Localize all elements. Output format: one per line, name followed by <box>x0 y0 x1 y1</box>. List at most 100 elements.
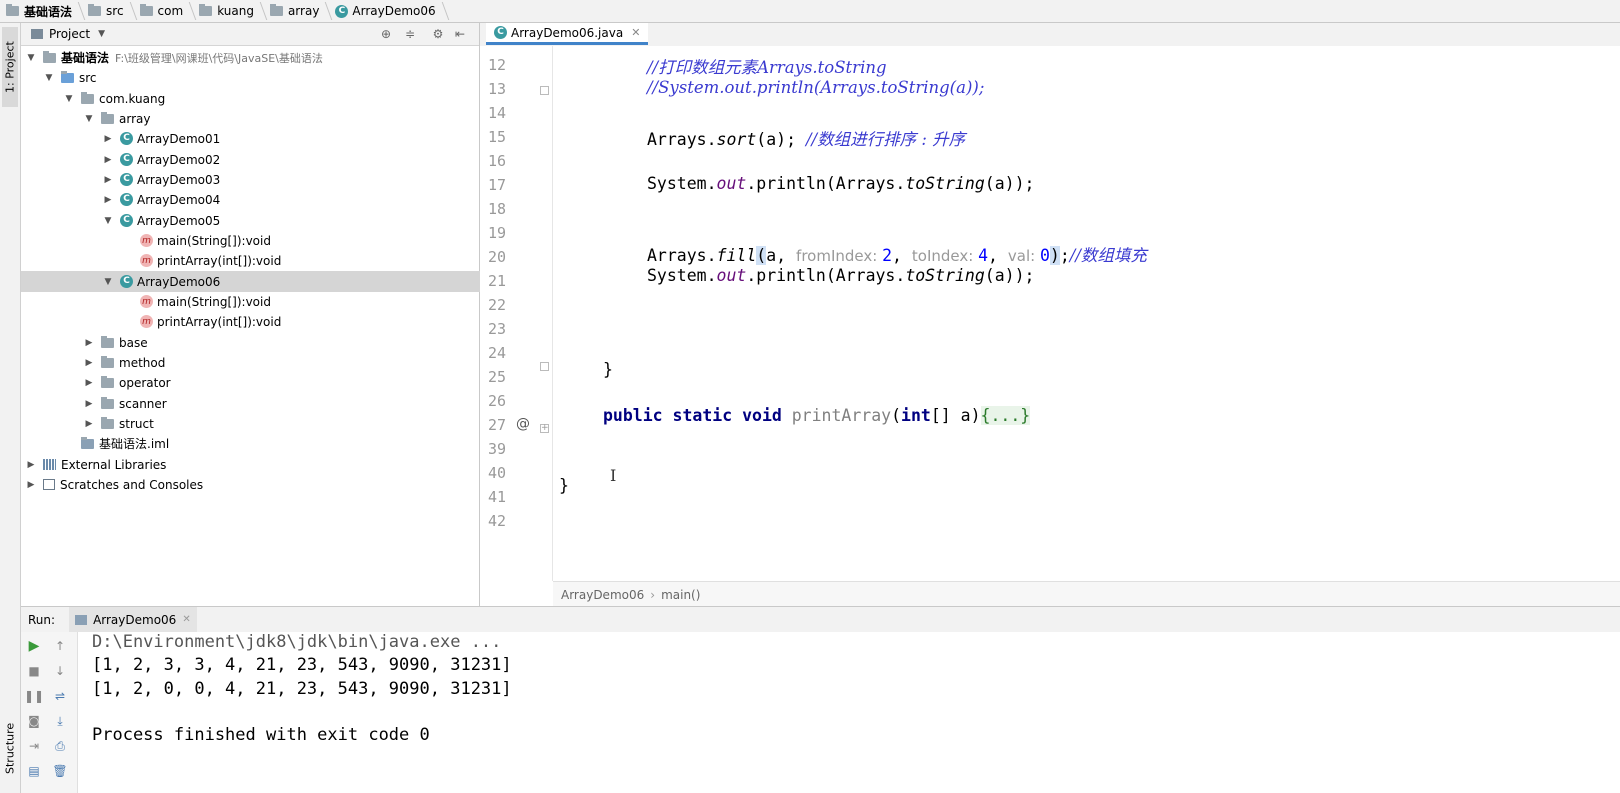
line-number: 22 <box>487 296 506 314</box>
soft-wrap-icon[interactable]: ⇌ <box>52 688 68 704</box>
breadcrumb-com[interactable]: com <box>134 0 194 22</box>
close-icon[interactable]: ✕ <box>631 26 640 39</box>
class-icon: C <box>120 214 133 227</box>
tree-root[interactable]: ▼ 基础语法 F:\班级管理\网课班\代码\JavaSE\基础语法 <box>21 47 483 68</box>
class-icon: C <box>120 193 133 206</box>
breadcrumb-src[interactable]: src <box>82 0 134 22</box>
trash-icon[interactable]: 🗑 <box>52 763 68 779</box>
dropdown-arrow-icon[interactable]: ▼ <box>98 29 105 39</box>
folder-icon <box>269 4 283 16</box>
run-tab[interactable]: ArrayDemo06 ✕ <box>69 607 197 632</box>
console-output[interactable]: D:\Environment\jdk8\jdk\bin\java.exe ...… <box>78 632 1620 793</box>
expand-marker-icon[interactable]: + <box>540 424 549 433</box>
folded-code-block[interactable]: {...} <box>980 406 1031 425</box>
tree-item-folder[interactable]: ▶ method <box>21 352 541 373</box>
fold-marker-icon[interactable] <box>540 362 549 371</box>
chevron-right-icon[interactable]: ▶ <box>83 418 95 430</box>
tree-item-iml[interactable]: 基础语法.iml <box>21 433 521 454</box>
tree-item-package[interactable]: ▼ com.kuang <box>21 88 521 109</box>
line-number: 16 <box>487 152 506 170</box>
tab-arraydemo06[interactable]: C ArrayDemo06.java ✕ <box>486 23 649 45</box>
crumb-method[interactable]: main() <box>661 588 700 602</box>
line-number: 42 <box>487 512 506 530</box>
line-number: 15 <box>487 128 506 146</box>
collapse-all-icon[interactable]: ≑ <box>403 27 417 41</box>
breadcrumb-kuang[interactable]: kuang <box>193 0 264 22</box>
layout-icon[interactable]: ▤ <box>26 763 42 779</box>
chevron-down-icon[interactable]: ▼ <box>83 113 95 125</box>
pause-icon[interactable]: ❚❚ <box>24 688 44 704</box>
tree-item-src[interactable]: ▼ src <box>21 67 501 88</box>
code-editor[interactable]: //打印数组元素Arrays.toString //System.out.pri… <box>553 46 1620 581</box>
chevron-right-icon[interactable]: ▶ <box>83 357 95 369</box>
parameter-hint: toIndex: <box>911 247 979 265</box>
chevron-right-icon[interactable]: ▶ <box>83 398 95 410</box>
line-number: 25 <box>487 368 506 386</box>
chevron-right-icon[interactable]: ▶ <box>102 174 114 186</box>
print-icon[interactable]: ⎙ <box>52 738 68 754</box>
code-line-21: System.out.println(Arrays.toString(a)); <box>647 266 1035 285</box>
tree-item-external-libraries[interactable]: ▶ External Libraries <box>21 454 483 475</box>
tree-item-folder[interactable]: ▶ struct <box>21 413 541 434</box>
chevron-right-icon[interactable]: ▶ <box>83 377 95 389</box>
chevron-right-icon[interactable]: ▶ <box>102 194 114 206</box>
chevron-right-icon[interactable]: ▶ <box>25 479 37 491</box>
fold-marker-icon[interactable] <box>540 86 549 95</box>
line-number: 14 <box>487 104 506 122</box>
chevron-down-icon[interactable]: ▼ <box>43 72 55 84</box>
arrow-down-icon[interactable]: ↓ <box>52 663 68 679</box>
line-number: 26 <box>487 392 506 410</box>
console-line: D:\Environment\jdk8\jdk\bin\java.exe ... <box>92 632 502 652</box>
folder-icon <box>101 375 114 388</box>
override-marker-icon[interactable]: @ <box>516 416 530 432</box>
left-tool-strip: 1: Project Structure <box>0 23 21 793</box>
camera-icon[interactable]: ◙ <box>26 713 42 729</box>
project-panel-title[interactable]: Project <box>49 27 90 41</box>
close-icon[interactable]: ✕ <box>182 614 190 625</box>
console-line: Process finished with exit code 0 <box>92 725 430 745</box>
chevron-right-icon[interactable]: ▶ <box>102 154 114 166</box>
run-label: Run: <box>28 612 56 627</box>
chevron-down-icon[interactable]: ▼ <box>102 276 114 288</box>
rerun-icon[interactable]: ▶ <box>26 638 42 654</box>
parameter-hint: val: <box>1007 247 1040 265</box>
method-icon: m <box>140 315 153 328</box>
chevron-down-icon[interactable]: ▼ <box>25 52 37 64</box>
code-line-12: //打印数组元素Arrays.toString <box>647 58 887 77</box>
run-toolbar: ▶ ↑ ■ ↓ ❚❚ ⇌ ◙ ⤓ ⇥ ⎙ ▤ 🗑 <box>21 632 78 793</box>
project-view-icon <box>31 29 43 39</box>
tab-structure-tool[interactable]: Structure <box>2 713 18 783</box>
line-number: 40 <box>487 464 506 482</box>
tree-item-folder[interactable]: ▶ base <box>21 332 541 353</box>
breadcrumb-project[interactable]: 基础语法 <box>0 0 82 22</box>
method-icon: m <box>140 234 153 247</box>
chevron-right-icon: › <box>650 587 656 602</box>
tree-item-array[interactable]: ▼ array <box>21 108 541 129</box>
locate-icon[interactable]: ⊕ <box>379 27 393 41</box>
login-icon[interactable]: ⇥ <box>26 738 42 754</box>
breadcrumb-array[interactable]: array <box>264 0 329 22</box>
chevron-right-icon[interactable]: ▶ <box>83 337 95 349</box>
breadcrumb-class[interactable]: C ArrayDemo06 <box>329 0 445 22</box>
tree-item-folder[interactable]: ▶ scanner <box>21 393 541 414</box>
chevron-down-icon[interactable]: ▼ <box>102 215 114 227</box>
text-cursor-icon: I <box>610 466 617 485</box>
crumb-class[interactable]: ArrayDemo06 <box>561 588 644 602</box>
chevron-right-icon[interactable]: ▶ <box>102 133 114 145</box>
code-line-27: public static void printArray(int[] a){.… <box>603 406 1031 425</box>
chevron-right-icon[interactable]: ▶ <box>25 459 37 471</box>
scroll-to-end-icon[interactable]: ⤓ <box>52 713 68 729</box>
parameter-hint: fromIndex: <box>796 247 883 265</box>
chevron-down-icon[interactable]: ▼ <box>63 93 75 105</box>
folder-icon <box>101 335 114 348</box>
tree-item-scratches[interactable]: ▶ Scratches and Consoles <box>21 474 483 495</box>
gear-icon[interactable]: ⚙ <box>431 27 445 41</box>
hide-panel-icon[interactable]: ⇤ <box>453 27 467 41</box>
line-number: 23 <box>487 320 506 338</box>
tree-item-folder[interactable]: ▶ operator <box>21 372 541 393</box>
stop-icon[interactable]: ■ <box>26 663 42 679</box>
arrow-up-icon[interactable]: ↑ <box>52 638 68 654</box>
package-icon <box>81 91 94 104</box>
tab-project-tool[interactable]: 1: Project <box>2 27 18 107</box>
project-panel: Project ▼ ⊕ ≑ ⚙ ⇤ ▼ 基础语法 F:\班级管理\网课班\代码\… <box>21 23 560 606</box>
